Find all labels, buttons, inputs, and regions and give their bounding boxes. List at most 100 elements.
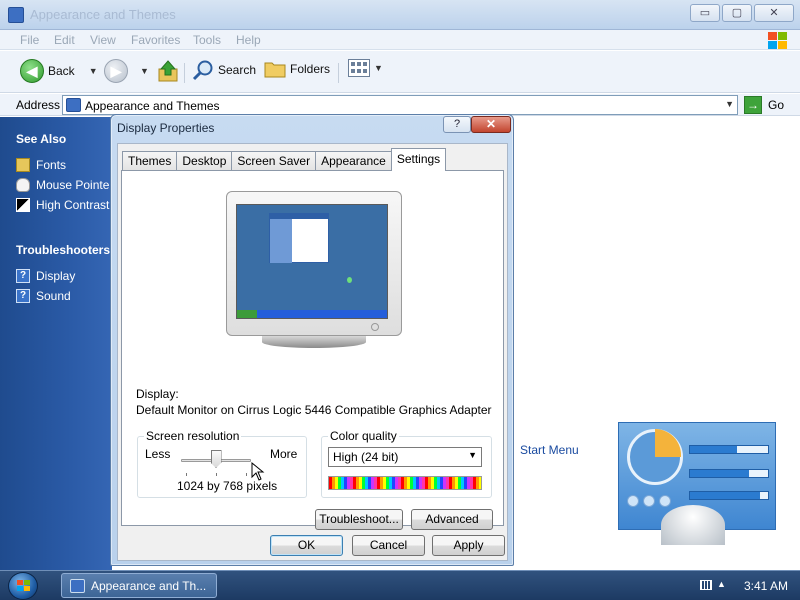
dot-graphic bbox=[659, 495, 671, 507]
menu-file[interactable]: File bbox=[20, 33, 39, 47]
start-button[interactable] bbox=[8, 572, 38, 600]
color-quality-group: Color quality High (24 bit) ▼ bbox=[321, 429, 492, 498]
menu-view[interactable]: View bbox=[90, 33, 116, 47]
taskbar-item-appearance[interactable]: Appearance and Th... bbox=[61, 573, 217, 598]
tab-screen-saver[interactable]: Screen Saver bbox=[231, 151, 317, 171]
sidebar-item-label: Fonts bbox=[36, 158, 67, 172]
clock[interactable]: 3:41 AM bbox=[744, 579, 788, 593]
see-also-heading: See Also bbox=[16, 132, 67, 146]
taskbar: Appearance and Th... ▲ 3:41 AM bbox=[0, 570, 800, 600]
menu-edit[interactable]: Edit bbox=[54, 33, 75, 47]
network-tray-icon[interactable] bbox=[700, 580, 712, 590]
sidebar-item-display[interactable]: ? Display bbox=[16, 269, 75, 283]
minimize-button[interactable]: ▭ bbox=[690, 4, 720, 22]
address-input[interactable]: Appearance and Themes ▼ bbox=[62, 95, 738, 115]
forward-button[interactable]: ▶ ▼ bbox=[104, 59, 149, 83]
resolution-slider-thumb[interactable] bbox=[210, 450, 222, 468]
power-led-icon bbox=[371, 323, 379, 331]
tab-themes[interactable]: Themes bbox=[122, 151, 178, 171]
monitor-stand bbox=[262, 336, 366, 348]
help-icon: ? bbox=[16, 289, 30, 303]
toolbar: ◀ Back ▼ ▶ ▼ Search Folders ▼ bbox=[0, 51, 800, 93]
up-button[interactable] bbox=[157, 59, 179, 83]
window-controls: ▭ ▢ ✕ bbox=[690, 4, 794, 22]
sidebar-item-mouse-pointers[interactable]: Mouse Pointers bbox=[16, 178, 112, 192]
chevron-down-icon: ▼ bbox=[468, 450, 477, 460]
screen-resolution-group: Screen resolution Less More 1024 by 768 … bbox=[137, 429, 307, 498]
sidebar-item-high-contrast[interactable]: High Contrast bbox=[16, 198, 109, 212]
go-button[interactable]: → Go bbox=[744, 96, 784, 114]
pie-wedge-graphic bbox=[655, 429, 681, 457]
start-menu-link[interactable]: Start Menu bbox=[520, 443, 579, 457]
mouse-cursor-icon bbox=[251, 461, 265, 481]
monitor-preview bbox=[226, 191, 404, 348]
search-icon bbox=[192, 60, 213, 81]
windows-logo-icon bbox=[766, 30, 788, 50]
monitor-frame bbox=[226, 191, 402, 336]
control-panel-icon bbox=[70, 578, 85, 593]
color-quality-title: Color quality bbox=[328, 429, 399, 443]
display-settings-illustration bbox=[618, 422, 776, 545]
dot-graphic bbox=[627, 495, 639, 507]
troubleshoot-button[interactable]: Troubleshoot... bbox=[315, 509, 403, 530]
sidebar-item-sound[interactable]: ? Sound bbox=[16, 289, 71, 303]
display-properties-dialog: Display Properties ? ✕ Themes Desktop Sc… bbox=[110, 114, 514, 566]
sidebar-item-fonts[interactable]: Fonts bbox=[16, 158, 66, 172]
folders-label: Folders bbox=[290, 62, 331, 76]
tab-desktop[interactable]: Desktop bbox=[176, 151, 233, 171]
tab-appearance[interactable]: Appearance bbox=[315, 151, 392, 171]
menu-help[interactable]: Help bbox=[236, 33, 261, 47]
toolbar-separator bbox=[184, 63, 185, 83]
advanced-button[interactable]: Advanced bbox=[411, 509, 493, 530]
preview-taskbar-graphic bbox=[237, 310, 387, 318]
windows-logo-icon bbox=[17, 580, 31, 592]
color-quality-select[interactable]: High (24 bit) ▼ bbox=[328, 447, 482, 467]
forward-dropdown-icon[interactable]: ▼ bbox=[140, 66, 149, 76]
display-label: Display: bbox=[136, 387, 179, 401]
sidebar-item-label: High Contrast bbox=[36, 198, 110, 212]
preview-window-graphic bbox=[269, 213, 329, 263]
menu-favorites[interactable]: Favorites bbox=[131, 33, 180, 47]
menu-bar: File Edit View Favorites Tools Help bbox=[0, 30, 800, 50]
mouse-icon bbox=[16, 178, 30, 192]
up-folder-icon bbox=[158, 60, 178, 82]
back-label: Back bbox=[48, 64, 75, 78]
taskbar-item-label: Appearance and Th... bbox=[91, 578, 207, 593]
search-button[interactable]: Search bbox=[192, 59, 256, 81]
display-value: Default Monitor on Cirrus Logic 5446 Com… bbox=[136, 403, 492, 417]
close-button[interactable]: ✕ bbox=[754, 4, 794, 22]
apply-button[interactable]: Apply bbox=[432, 535, 505, 556]
back-dropdown-icon[interactable]: ▼ bbox=[89, 66, 98, 76]
bar-graphic bbox=[689, 491, 769, 500]
control-panel-icon bbox=[66, 98, 81, 112]
folders-icon bbox=[264, 62, 286, 78]
sidebar-item-label: Mouse Pointers bbox=[36, 178, 112, 192]
go-label: Go bbox=[768, 98, 785, 112]
dialog-help-button[interactable]: ? bbox=[443, 116, 471, 133]
menu-tools[interactable]: Tools bbox=[193, 33, 221, 47]
address-bar: Address Appearance and Themes ▼ → Go bbox=[0, 94, 800, 116]
explorer-titlebar[interactable]: Appearance and Themes ▭ ▢ ✕ bbox=[0, 0, 800, 30]
slider-tick bbox=[186, 473, 187, 476]
views-button[interactable]: ▼ bbox=[348, 59, 383, 77]
control-panel-icon bbox=[8, 7, 24, 23]
dome-graphic bbox=[661, 505, 725, 545]
ok-button[interactable]: OK bbox=[270, 535, 343, 556]
folders-button[interactable]: Folders bbox=[264, 59, 330, 79]
dialog-body: Themes Desktop Screen Saver Appearance S… bbox=[117, 143, 508, 561]
tray-expand-icon[interactable]: ▲ bbox=[717, 579, 726, 589]
slider-tick bbox=[246, 473, 247, 476]
dialog-close-button[interactable]: ✕ bbox=[471, 116, 511, 133]
tab-settings[interactable]: Settings bbox=[390, 148, 447, 171]
address-dropdown-icon[interactable]: ▼ bbox=[725, 99, 734, 109]
maximize-button[interactable]: ▢ bbox=[722, 4, 752, 22]
views-dropdown-icon[interactable]: ▼ bbox=[374, 63, 383, 73]
views-icon bbox=[348, 59, 370, 77]
resolution-value: 1024 by 768 pixels bbox=[177, 479, 278, 493]
cancel-button[interactable]: Cancel bbox=[352, 535, 425, 556]
forward-arrow-icon: ▶ bbox=[104, 59, 128, 83]
back-button[interactable]: ◀ Back ▼ bbox=[20, 59, 98, 83]
go-arrow-icon: → bbox=[744, 96, 762, 114]
slider-tick bbox=[216, 473, 217, 476]
sidebar-item-label: Display bbox=[36, 269, 76, 283]
